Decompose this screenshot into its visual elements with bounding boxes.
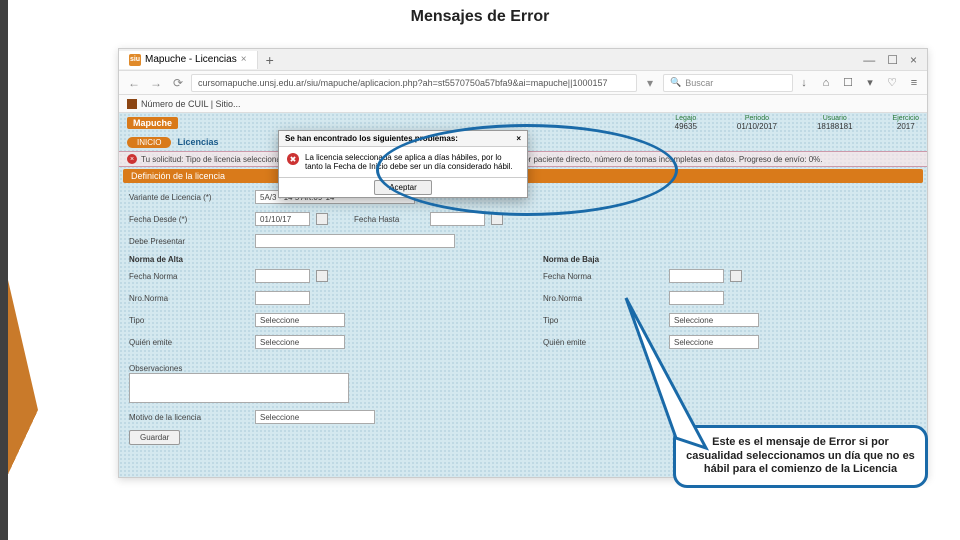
emite-label: Quién emite bbox=[129, 338, 249, 347]
fecha-desde-input[interactable]: 01/10/17 bbox=[255, 212, 310, 226]
pocket-icon[interactable]: ▾ bbox=[863, 76, 877, 90]
error-icon: ✖ bbox=[287, 153, 299, 165]
calendar-icon[interactable] bbox=[491, 213, 503, 225]
bookmark-bar: Número de CUIL | Sitio... bbox=[119, 95, 927, 113]
slide-accent-bar bbox=[0, 0, 8, 540]
debe-presentar-input[interactable] bbox=[255, 234, 455, 248]
breadcrumb-current: Licencias bbox=[177, 137, 218, 147]
search-input[interactable]: 🔍 Buscar bbox=[663, 74, 793, 92]
minimize-icon[interactable]: — bbox=[863, 53, 875, 67]
search-icon: 🔍 bbox=[670, 77, 681, 88]
aceptar-button[interactable]: Aceptar bbox=[374, 180, 432, 195]
url-input[interactable]: cursomapuche.unsj.edu.ar/siu/mapuche/apl… bbox=[191, 74, 637, 92]
back-icon[interactable]: ← bbox=[125, 74, 143, 92]
fecha-hasta-input[interactable] bbox=[430, 212, 485, 226]
new-tab-button[interactable]: + bbox=[258, 52, 282, 68]
calendar-icon[interactable] bbox=[316, 270, 328, 282]
shield-icon[interactable]: ♡ bbox=[885, 76, 899, 90]
debe-presentar-label: Debe Presentar bbox=[129, 237, 249, 246]
error-icon: × bbox=[127, 154, 137, 164]
favicon-icon: siu bbox=[129, 54, 141, 66]
bookmark-icon[interactable]: ☐ bbox=[841, 76, 855, 90]
window-controls: — ☐ × bbox=[863, 53, 927, 67]
norma-alta-group: Norma de Alta Fecha Norma Nro.Norma Tipo… bbox=[129, 255, 503, 356]
norma-alta-title: Norma de Alta bbox=[129, 255, 503, 264]
reload-icon[interactable]: ⟳ bbox=[169, 74, 187, 92]
slide-title: Mensajes de Error bbox=[0, 0, 960, 30]
browser-tab[interactable]: siu Mapuche - Licencias × bbox=[119, 51, 258, 69]
variante-label: Variante de Licencia (*) bbox=[129, 193, 249, 202]
tab-strip: siu Mapuche - Licencias × + — ☐ × bbox=[119, 49, 927, 71]
browser-window: siu Mapuche - Licencias × + — ☐ × ← → ⟳ … bbox=[118, 48, 928, 478]
baja-fecha-input[interactable] bbox=[669, 269, 724, 283]
slide-accent-wedge bbox=[8, 280, 68, 540]
home-icon[interactable]: ⌂ bbox=[819, 76, 833, 90]
menu-icon[interactable]: ≡ bbox=[907, 76, 921, 90]
modal-message: La licencia seleccionada se aplica a día… bbox=[305, 153, 519, 171]
norma-baja-title: Norma de Baja bbox=[543, 255, 917, 264]
callout-box: Este es el mensaje de Error si por casua… bbox=[673, 425, 928, 488]
forward-icon[interactable]: → bbox=[147, 74, 165, 92]
fecha-norma-label: Fecha Norma bbox=[129, 272, 249, 281]
alta-fecha-input[interactable] bbox=[255, 269, 310, 283]
close-icon[interactable]: × bbox=[241, 54, 247, 65]
tipo-label: Tipo bbox=[129, 316, 249, 325]
calendar-icon[interactable] bbox=[316, 213, 328, 225]
alta-tipo-select[interactable]: Seleccione bbox=[255, 313, 345, 327]
toolbar: ↓ ⌂ ☐ ▾ ♡ ≡ bbox=[797, 76, 921, 90]
calendar-icon[interactable] bbox=[730, 270, 742, 282]
alta-emite-select[interactable]: Seleccione bbox=[255, 335, 345, 349]
download-icon[interactable]: ↓ bbox=[797, 76, 811, 90]
observaciones-textarea[interactable] bbox=[129, 373, 349, 403]
tab-title: Mapuche - Licencias bbox=[145, 54, 237, 65]
bookmark-favicon-icon bbox=[127, 99, 137, 109]
modal-title: Se han encontrado los siguientes problem… bbox=[285, 134, 458, 143]
fecha-norma-label: Fecha Norma bbox=[543, 272, 663, 281]
callout-tail-icon bbox=[616, 288, 736, 468]
address-bar: ← → ⟳ cursomapuche.unsj.edu.ar/siu/mapuc… bbox=[119, 71, 927, 95]
motivo-select[interactable]: Seleccione bbox=[255, 410, 375, 424]
motivo-label: Motivo de la licencia bbox=[129, 413, 249, 422]
observaciones-label: Observaciones bbox=[129, 364, 917, 373]
close-window-icon[interactable]: × bbox=[910, 53, 917, 67]
maximize-icon[interactable]: ☐ bbox=[887, 53, 898, 67]
header-info: Legajo49635 Periodo01/10/2017 Usuario181… bbox=[675, 115, 919, 131]
alta-nro-input[interactable] bbox=[255, 291, 310, 305]
dropdown-icon[interactable]: ▾ bbox=[641, 74, 659, 92]
modal-close-icon[interactable]: × bbox=[516, 134, 521, 143]
app-logo: Mapuche bbox=[127, 117, 178, 129]
nro-norma-label: Nro.Norma bbox=[129, 294, 249, 303]
fecha-desde-label: Fecha Desde (*) bbox=[129, 215, 249, 224]
fecha-hasta-label: Fecha Hasta bbox=[354, 215, 424, 224]
breadcrumb-home[interactable]: INICIO bbox=[127, 137, 171, 148]
bookmark-link[interactable]: Número de CUIL | Sitio... bbox=[141, 99, 241, 109]
form: Variante de Licencia (*) 5A/3 - 14 5 Art… bbox=[119, 185, 927, 446]
guardar-button[interactable]: Guardar bbox=[129, 430, 180, 445]
error-modal: Se han encontrado los siguientes problem… bbox=[278, 130, 528, 198]
